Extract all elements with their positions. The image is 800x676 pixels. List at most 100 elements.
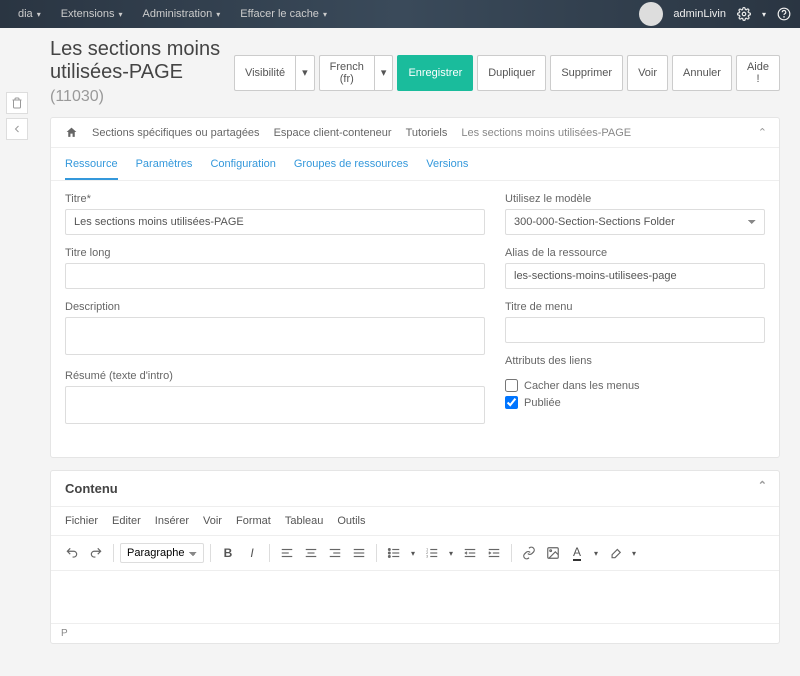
topbar-item-media[interactable]: dia▾ (8, 8, 51, 20)
menu-format[interactable]: Format (236, 515, 271, 527)
alias-label: Alias de la ressource (505, 247, 765, 259)
intro-label: Résumé (texte d'intro) (65, 370, 485, 382)
home-icon[interactable] (65, 126, 78, 139)
topbar-item-clearcache[interactable]: Effacer le cache▾ (230, 8, 337, 20)
trash-icon[interactable] (6, 92, 28, 114)
breadcrumb-item[interactable]: Espace client-conteneur (274, 127, 392, 139)
page-title: Les sections moins utilisées-PAGE (11030… (50, 38, 234, 107)
text-color-dropdown[interactable]: ▾ (590, 542, 602, 564)
redo-icon[interactable] (85, 542, 107, 564)
tab-resource[interactable]: Ressource (65, 158, 118, 180)
format-select[interactable]: Paragraphe (120, 543, 204, 563)
collapse-icon[interactable]: ⌃ (758, 126, 767, 139)
editor-content[interactable] (51, 571, 779, 623)
breadcrumb: Sections spécifiques ou partagées Espace… (51, 118, 779, 148)
longtitle-label: Titre long (65, 247, 485, 259)
tab-versions[interactable]: Versions (426, 158, 468, 180)
cancel-button[interactable]: Annuler (672, 55, 732, 91)
undo-icon[interactable] (61, 542, 83, 564)
indent-icon[interactable] (483, 542, 505, 564)
collapse-left-icon[interactable] (6, 118, 28, 140)
help-button[interactable]: Aide ! (736, 55, 780, 91)
menu-insert[interactable]: Insérer (155, 515, 189, 527)
hide-checkbox[interactable] (505, 379, 518, 392)
menu-view[interactable]: Voir (203, 515, 222, 527)
action-buttons: Visibilité ▾ French (fr) ▾ Enregistrer D… (234, 55, 780, 91)
save-button[interactable]: Enregistrer (397, 55, 473, 91)
align-center-icon[interactable] (300, 542, 322, 564)
collapse-icon[interactable]: ⌃ (758, 479, 767, 492)
description-input[interactable] (65, 317, 485, 355)
svg-text:3: 3 (426, 555, 428, 559)
topbar-left: dia▾ Extensions▾ Administration▾ Effacer… (8, 8, 337, 20)
left-tool-rail (6, 92, 28, 140)
menu-tools[interactable]: Outils (337, 515, 365, 527)
italic-icon[interactable]: I (241, 542, 263, 564)
intro-input[interactable] (65, 386, 485, 424)
topbar-item-extensions[interactable]: Extensions▾ (51, 8, 133, 20)
duplicate-button[interactable]: Dupliquer (477, 55, 546, 91)
menu-file[interactable]: Fichier (65, 515, 98, 527)
link-icon[interactable] (518, 542, 540, 564)
linkattr-label: Attributs des liens (505, 355, 765, 367)
template-label: Utilisez le modèle (505, 193, 765, 205)
highlight-icon[interactable] (604, 542, 626, 564)
menu-edit[interactable]: Editer (112, 515, 141, 527)
gear-icon[interactable] (736, 6, 752, 22)
language-button[interactable]: French (fr) (319, 55, 375, 91)
align-right-icon[interactable] (324, 542, 346, 564)
description-label: Description (65, 301, 485, 313)
breadcrumb-item[interactable]: Tutoriels (406, 127, 448, 139)
title-label: Titre* (65, 193, 485, 205)
published-checkbox[interactable] (505, 396, 518, 409)
align-justify-icon[interactable] (348, 542, 370, 564)
tab-parameters[interactable]: Paramètres (136, 158, 193, 180)
topbar-item-administration[interactable]: Administration▾ (133, 8, 231, 20)
menu-table[interactable]: Tableau (285, 515, 324, 527)
published-label: Publiée (524, 397, 561, 409)
breadcrumb-item[interactable]: Sections spécifiques ou partagées (92, 127, 260, 139)
rich-editor: Fichier Editer Insérer Voir Format Table… (51, 507, 779, 643)
longtitle-input[interactable] (65, 263, 485, 289)
bullet-list-icon[interactable] (383, 542, 405, 564)
chevron-down-icon: ▾ (119, 10, 123, 19)
highlight-dropdown[interactable]: ▾ (628, 542, 640, 564)
alias-input[interactable] (505, 263, 765, 289)
help-icon[interactable] (776, 6, 792, 22)
chevron-down-icon: ▾ (37, 10, 41, 19)
bold-icon[interactable]: B (217, 542, 239, 564)
content-heading: Contenu ⌃ (51, 471, 779, 507)
bullet-list-dropdown[interactable]: ▾ (407, 542, 419, 564)
editor-menubar: Fichier Editer Insérer Voir Format Table… (51, 507, 779, 536)
chevron-down-icon: ▾ (762, 10, 766, 19)
ordered-list-icon[interactable]: 123 (421, 542, 443, 564)
align-left-icon[interactable] (276, 542, 298, 564)
resource-panel: Sections spécifiques ou partagées Espace… (50, 117, 780, 458)
chevron-down-icon: ▾ (216, 10, 220, 19)
breadcrumb-current: Les sections moins utilisées-PAGE (461, 127, 631, 139)
delete-button[interactable]: Supprimer (550, 55, 623, 91)
outdent-icon[interactable] (459, 542, 481, 564)
menutitle-input[interactable] (505, 317, 765, 343)
template-select[interactable]: 300-000-Section-Sections Folder (505, 209, 765, 235)
visibility-button[interactable]: Visibilité (234, 55, 296, 91)
visibility-dropdown[interactable]: ▾ (296, 55, 315, 91)
tab-configuration[interactable]: Configuration (210, 158, 275, 180)
view-button[interactable]: Voir (627, 55, 668, 91)
hide-label: Cacher dans les menus (524, 380, 640, 392)
title-input[interactable] (65, 209, 485, 235)
tabs: Ressource Paramètres Configuration Group… (51, 148, 779, 181)
content-panel: Contenu ⌃ Fichier Editer Insérer Voir Fo… (50, 470, 780, 644)
editor-statusbar: P (51, 623, 779, 643)
chevron-down-icon: ▾ (323, 10, 327, 19)
menutitle-label: Titre de menu (505, 301, 765, 313)
username[interactable]: adminLivin (673, 8, 726, 20)
text-color-icon[interactable]: A (566, 542, 588, 564)
top-menubar: dia▾ Extensions▾ Administration▾ Effacer… (0, 0, 800, 28)
language-dropdown[interactable]: ▾ (375, 55, 394, 91)
editor-toolbar: Paragraphe B I ▾ 123 ▾ A ▾ (51, 536, 779, 571)
image-icon[interactable] (542, 542, 564, 564)
ordered-list-dropdown[interactable]: ▾ (445, 542, 457, 564)
tab-groups[interactable]: Groupes de ressources (294, 158, 408, 180)
avatar[interactable] (639, 2, 663, 26)
